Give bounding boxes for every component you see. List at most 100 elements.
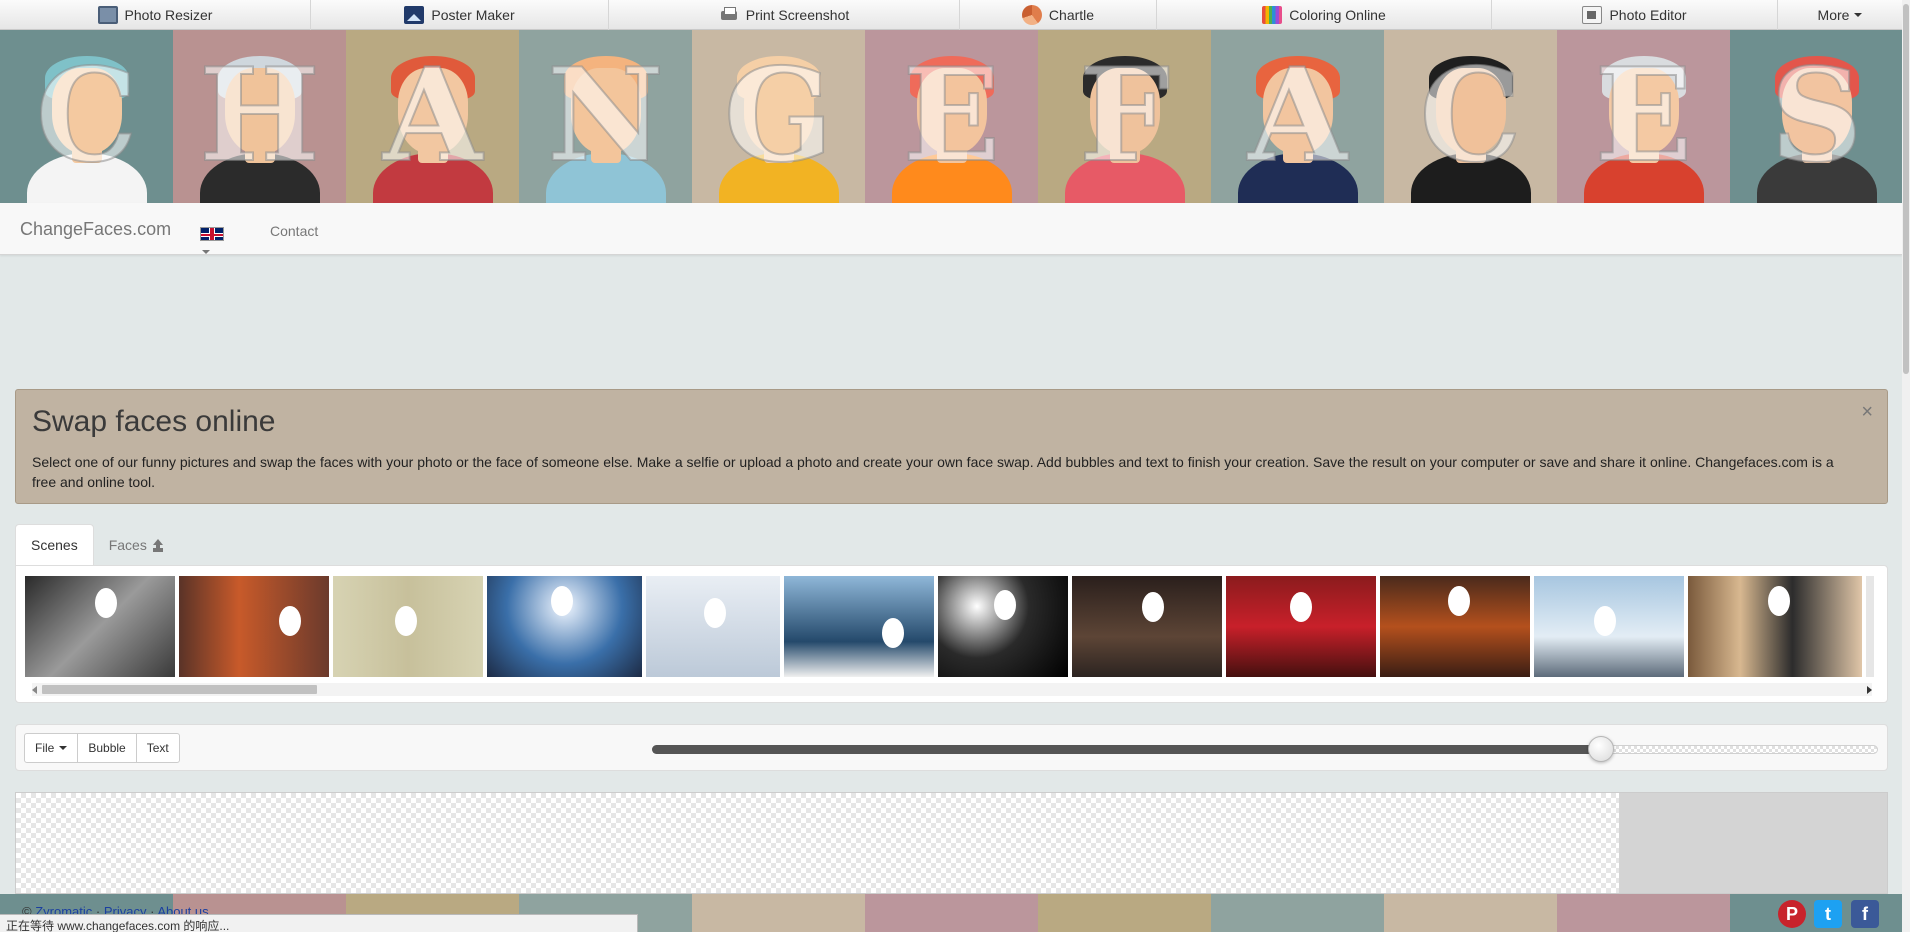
- scene-thumbnail[interactable]: [1226, 576, 1376, 677]
- topbar-photo-editor[interactable]: Photo Editor: [1492, 0, 1778, 30]
- banner-letter: E: [902, 41, 1002, 191]
- contact-link[interactable]: Contact: [270, 223, 318, 239]
- scene-thumbnail[interactable]: [1688, 576, 1862, 677]
- navbar: ChangeFaces.com Contact: [0, 203, 1902, 255]
- slider-handle[interactable]: [1587, 736, 1614, 762]
- pie-chart-icon: [1021, 5, 1042, 25]
- header-banner: CHANGEFACES: [0, 30, 1902, 203]
- face-slot: [1290, 592, 1312, 622]
- banner-avatar-panel: A: [346, 30, 519, 203]
- text-button[interactable]: Text: [135, 733, 180, 763]
- intro-text: Select one of our funny pictures and swa…: [32, 454, 1834, 490]
- editor-canvas-area: [15, 792, 1888, 894]
- scene-thumbnail[interactable]: [1866, 576, 1874, 677]
- scene-thumbnail[interactable]: [1380, 576, 1530, 677]
- close-alert-button[interactable]: ×: [1861, 402, 1873, 422]
- scene-gallery: [15, 565, 1888, 703]
- button-label: File: [35, 741, 55, 755]
- scene-thumbnail[interactable]: [1534, 576, 1684, 677]
- scene-thumbnail[interactable]: [25, 576, 175, 677]
- slider-fill: [652, 745, 1601, 754]
- topbar-label: Chartle: [1048, 7, 1095, 23]
- scene-thumbnail[interactable]: [1072, 576, 1222, 677]
- pinterest-icon: P: [1785, 903, 1798, 924]
- topbar-label: Print Screenshot: [745, 7, 850, 23]
- banner-letter: F: [1078, 41, 1171, 191]
- banner-avatar-panel: C: [1384, 30, 1557, 203]
- topbar-label: More: [1817, 7, 1850, 23]
- banner-letter: E: [1594, 41, 1694, 191]
- face-slot: [279, 606, 301, 636]
- banner-avatar-panel: E: [1557, 30, 1730, 203]
- caret-down-icon: [202, 249, 210, 254]
- topbar-label: Poster Maker: [431, 7, 515, 23]
- face-slot: [704, 598, 726, 628]
- poster-maker-icon: [404, 6, 425, 24]
- tab-label: Faces: [108, 537, 147, 553]
- brand-link[interactable]: ChangeFaces.com: [20, 219, 171, 240]
- topbar-chartle[interactable]: Chartle: [960, 0, 1157, 30]
- topbar-more-dropdown[interactable]: More: [1778, 0, 1902, 30]
- face-slot: [395, 606, 417, 636]
- scroll-left-icon[interactable]: [32, 686, 37, 694]
- banner-letter: S: [1769, 41, 1863, 191]
- browser-status-bar: 正在等待 www.changefaces.com 的响应...: [0, 914, 638, 932]
- language-dropdown[interactable]: [200, 225, 230, 254]
- zoom-slider[interactable]: [652, 736, 1878, 762]
- page-scrollbar-thumb[interactable]: [1903, 4, 1909, 374]
- scroll-right-icon[interactable]: [1867, 686, 1872, 694]
- footer-color-panel: [1384, 894, 1557, 932]
- topbar-photo-resizer[interactable]: Photo Resizer: [0, 0, 311, 30]
- banner-letter: G: [723, 41, 834, 191]
- printer-icon: [719, 6, 739, 24]
- scene-thumbnail[interactable]: [333, 576, 483, 677]
- page-scrollbar[interactable]: [1902, 0, 1910, 932]
- photo-resizer-icon: [97, 6, 118, 24]
- scene-thumbnail[interactable]: [784, 576, 934, 677]
- banner-avatar-panel: G: [692, 30, 865, 203]
- footer-color-panel: [1211, 894, 1384, 932]
- tab-scenes[interactable]: Scenes: [15, 524, 94, 566]
- footer-color-panel: [1557, 894, 1730, 932]
- pinterest-share-button[interactable]: P: [1778, 900, 1806, 928]
- twitter-icon: t: [1825, 903, 1831, 924]
- photo-editor-icon: [1582, 6, 1603, 24]
- topbar-print-screenshot[interactable]: Print Screenshot: [609, 0, 960, 30]
- scene-thumbnails: [25, 576, 1874, 677]
- banner-letter: A: [1247, 41, 1348, 191]
- face-slot: [994, 590, 1016, 620]
- scene-thumbnail[interactable]: [938, 576, 1068, 677]
- color-pencils-icon: [1262, 6, 1283, 24]
- face-slot: [95, 588, 117, 618]
- banner-avatar-panel: H: [173, 30, 346, 203]
- banner-avatar-panel: E: [865, 30, 1038, 203]
- scene-thumbnail[interactable]: [646, 576, 780, 677]
- tab-faces[interactable]: Faces: [94, 524, 179, 566]
- banner-avatar-panel: N: [519, 30, 692, 203]
- top-app-bar: Photo Resizer Poster Maker Print Screens…: [0, 0, 1910, 30]
- gallery-scrollbar[interactable]: [32, 683, 1872, 696]
- topbar-poster-maker[interactable]: Poster Maker: [311, 0, 609, 30]
- face-slot: [551, 586, 573, 616]
- editor-toolbar: File Bubble Text: [15, 724, 1888, 771]
- scene-thumbnail[interactable]: [487, 576, 642, 677]
- banner-avatar-panel: C: [0, 30, 173, 203]
- banner-letter: H: [198, 41, 321, 191]
- caret-down-icon: [1854, 13, 1863, 17]
- face-slot: [1768, 586, 1790, 616]
- editor-canvas[interactable]: [16, 793, 1619, 893]
- scene-thumbnail[interactable]: [179, 576, 329, 677]
- bubble-button[interactable]: Bubble: [77, 733, 137, 763]
- topbar-label: Photo Resizer: [124, 7, 213, 23]
- face-slot: [1448, 586, 1470, 616]
- twitter-share-button[interactable]: t: [1814, 900, 1842, 928]
- banner-letter: C: [1419, 41, 1523, 191]
- topbar-coloring-online[interactable]: Coloring Online: [1157, 0, 1492, 30]
- topbar-label: Coloring Online: [1289, 7, 1386, 23]
- file-menu-button[interactable]: File: [24, 733, 79, 763]
- banner-letter: N: [546, 41, 665, 191]
- banner-avatar-panel: A: [1211, 30, 1384, 203]
- scrollbar-thumb[interactable]: [42, 685, 317, 694]
- banner-avatar-panel: S: [1730, 30, 1902, 203]
- facebook-share-button[interactable]: f: [1851, 900, 1879, 928]
